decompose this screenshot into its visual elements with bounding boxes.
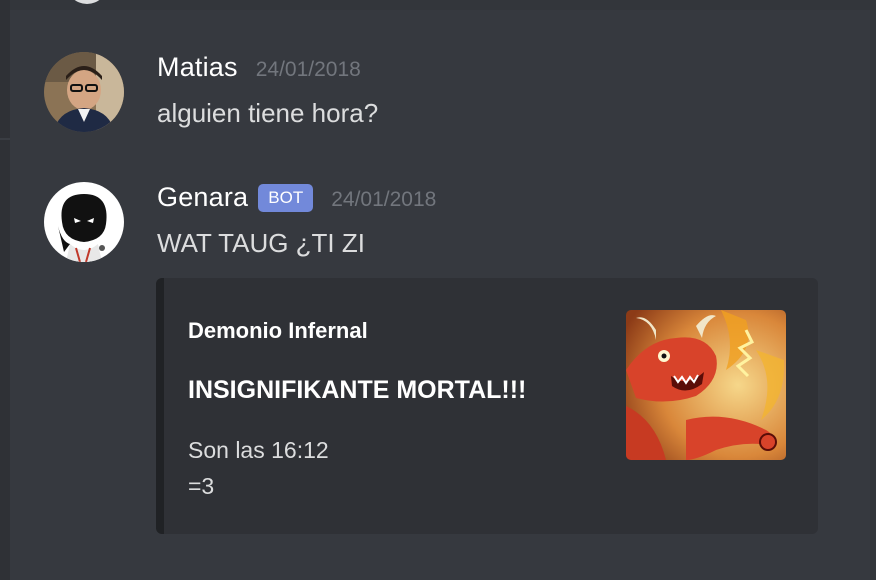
- message-content: alguien tiene hora?: [157, 98, 379, 128]
- embed-title: INSIGNIFIKANTE MORTAL!!!: [188, 376, 527, 404]
- message-header: Matias 24/01/2018: [157, 52, 361, 83]
- avatar-image: [44, 182, 124, 262]
- message-content: WAT TAUG ¿TI ZI: [157, 228, 365, 258]
- previous-message-edge: [10, 0, 876, 10]
- thumbnail-image: [626, 310, 786, 460]
- message-header: Genara BOT 24/01/2018: [157, 182, 436, 215]
- username[interactable]: Genara: [157, 182, 248, 213]
- timestamp: 24/01/2018: [255, 58, 361, 81]
- chat-view: Matias 24/01/2018 alguien tiene hora? Ge…: [0, 0, 876, 580]
- embed-author: Demonio Infernal: [188, 318, 368, 343]
- bot-badge: BOT: [258, 184, 314, 212]
- timestamp: 24/01/2018: [331, 188, 437, 211]
- avatar-image: [44, 52, 124, 132]
- sidebar-edge: [0, 0, 10, 580]
- divider: [0, 138, 10, 140]
- embed-description-line: Son las 16:12: [188, 437, 329, 463]
- embed-description: Son las 16:12 =3: [188, 432, 329, 504]
- username[interactable]: Matias: [157, 52, 238, 83]
- scrollbar-track[interactable]: [870, 0, 876, 580]
- rich-embed: Demonio Infernal INSIGNIFIKANTE MORTAL!!…: [156, 278, 818, 534]
- red-demon-thumbnail[interactable]: [626, 310, 786, 460]
- embed-description-line: =3: [188, 473, 215, 499]
- dark-character-avatar[interactable]: [44, 182, 124, 262]
- user-photo-avatar[interactable]: [44, 52, 124, 132]
